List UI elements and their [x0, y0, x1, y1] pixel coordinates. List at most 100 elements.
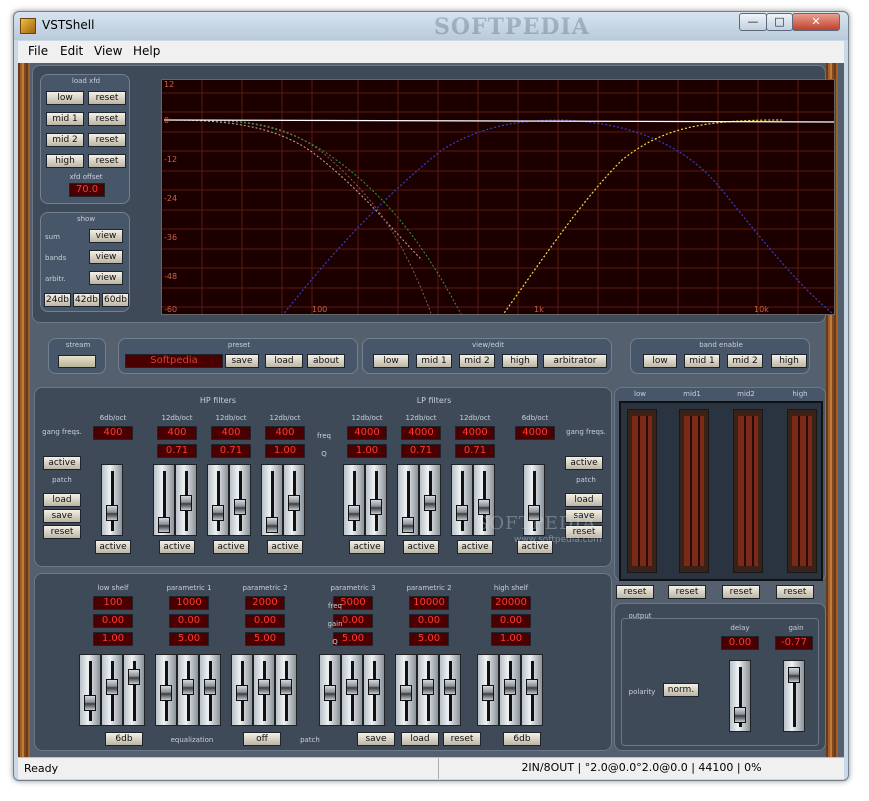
slider-knob[interactable]	[526, 679, 538, 695]
menu-view[interactable]: View	[94, 44, 122, 58]
filter-q-slider[interactable]	[419, 464, 441, 536]
slider-knob[interactable]	[182, 679, 194, 695]
eq-q-slider[interactable]	[199, 654, 221, 726]
xfd-mid2-reset-button[interactable]: reset	[88, 133, 126, 147]
slider-knob[interactable]	[84, 695, 96, 711]
slider-knob[interactable]	[212, 505, 224, 521]
eq-gain-slider[interactable]	[253, 654, 275, 726]
slider-knob[interactable]	[346, 679, 358, 695]
enable-high-button[interactable]: high	[771, 354, 807, 368]
eq-q-slider[interactable]	[439, 654, 461, 726]
eq-freq-slider[interactable]	[395, 654, 417, 726]
slider-knob[interactable]	[236, 685, 248, 701]
filter-active-button[interactable]: active	[213, 540, 249, 554]
range-24db-button[interactable]: 24db	[44, 293, 71, 307]
filter-active-button[interactable]: active	[95, 540, 131, 554]
eq-gain-slider[interactable]	[177, 654, 199, 726]
maximize-button[interactable]: □	[766, 13, 793, 31]
preset-about-button[interactable]: about	[307, 354, 345, 368]
slider-knob[interactable]	[422, 679, 434, 695]
freq-display[interactable]: 4000	[515, 426, 555, 440]
polarity-norm-button[interactable]: norm.	[663, 683, 699, 697]
show-bands-view-button[interactable]: view	[89, 250, 123, 264]
range-42db-button[interactable]: 42db	[73, 293, 100, 307]
meter-mid2-reset-button[interactable]: reset	[722, 585, 760, 599]
freq-display[interactable]: 4000	[401, 426, 441, 440]
filter-active-button[interactable]: active	[457, 540, 493, 554]
view-mid2-button[interactable]: mid 2	[459, 354, 495, 368]
eq-freq-display[interactable]: 2000	[245, 596, 285, 610]
eq-freq-display[interactable]: 20000	[491, 596, 531, 610]
meter-low-reset-button[interactable]: reset	[616, 585, 654, 599]
slider-knob[interactable]	[324, 685, 336, 701]
eq-q-display[interactable]: 1.00	[93, 632, 133, 646]
menu-file[interactable]: File	[28, 44, 48, 58]
q-display[interactable]: 1.00	[347, 444, 387, 458]
slider-knob[interactable]	[280, 679, 292, 695]
filter-active-button[interactable]: active	[267, 540, 303, 554]
xfd-high-reset-button[interactable]: reset	[88, 154, 126, 168]
eq-patch-save-button[interactable]: save	[357, 732, 395, 746]
eq-q-slider[interactable]	[521, 654, 543, 726]
q-display[interactable]: 0.71	[157, 444, 197, 458]
eq-q-slider[interactable]	[123, 654, 145, 726]
eq-q-slider[interactable]	[363, 654, 385, 726]
filter-freq-slider[interactable]	[101, 464, 123, 536]
eq-patch-load-button[interactable]: load	[401, 732, 439, 746]
filter-active-button[interactable]: active	[403, 540, 439, 554]
view-mid1-button[interactable]: mid 1	[416, 354, 452, 368]
slider-knob[interactable]	[348, 505, 360, 521]
q-display[interactable]: 0.71	[455, 444, 495, 458]
frequency-response-graph[interactable]: 12 0 -12 -24 -36 -48 -60 100 1k 10k	[161, 79, 835, 315]
enable-mid1-button[interactable]: mid 1	[684, 354, 720, 368]
slider-knob[interactable]	[734, 707, 746, 723]
filter-active-button[interactable]: active	[159, 540, 195, 554]
xfd-low-reset-button[interactable]: reset	[88, 91, 126, 105]
stream-toggle[interactable]	[58, 355, 96, 368]
eq-freq-slider[interactable]	[79, 654, 101, 726]
preset-save-button[interactable]: save	[225, 354, 259, 368]
slider-knob[interactable]	[204, 679, 216, 695]
freq-display[interactable]: 400	[157, 426, 197, 440]
menu-edit[interactable]: Edit	[60, 44, 83, 58]
freq-display[interactable]: 400	[265, 426, 305, 440]
menu-help[interactable]: Help	[133, 44, 160, 58]
hp-gang-active-button[interactable]: active	[43, 456, 81, 470]
eq-high-shelf-6db-button[interactable]: 6db	[503, 732, 541, 746]
eq-gain-slider[interactable]	[341, 654, 363, 726]
lp-gang-active-button[interactable]: active	[565, 456, 603, 470]
slider-knob[interactable]	[266, 517, 278, 533]
slider-knob[interactable]	[258, 679, 270, 695]
view-arbitrator-button[interactable]: arbitrator	[543, 354, 607, 368]
eq-q-display[interactable]: 5.00	[245, 632, 285, 646]
slider-knob[interactable]	[402, 517, 414, 533]
slider-knob[interactable]	[106, 679, 118, 695]
range-60db-button[interactable]: 60db	[102, 293, 129, 307]
eq-gain-display[interactable]: 0.00	[169, 614, 209, 628]
output-gain-slider[interactable]	[783, 660, 805, 732]
slider-knob[interactable]	[400, 685, 412, 701]
slider-knob[interactable]	[444, 679, 456, 695]
filter-q-slider[interactable]	[175, 464, 197, 536]
slider-knob[interactable]	[128, 669, 140, 685]
view-high-button[interactable]: high	[502, 354, 538, 368]
eq-gain-slider[interactable]	[499, 654, 521, 726]
filter-freq-slider[interactable]	[153, 464, 175, 536]
eq-freq-slider[interactable]	[231, 654, 253, 726]
eq-freq-display[interactable]: 100	[93, 596, 133, 610]
eq-off-button[interactable]: off	[243, 732, 281, 746]
eq-gain-display[interactable]: 0.00	[491, 614, 531, 628]
slider-knob[interactable]	[106, 505, 118, 521]
xfd-mid1-reset-button[interactable]: reset	[88, 112, 126, 126]
eq-freq-display[interactable]: 10000	[409, 596, 449, 610]
preset-load-button[interactable]: load	[265, 354, 303, 368]
eq-patch-reset-button[interactable]: reset	[443, 732, 481, 746]
filter-q-slider[interactable]	[229, 464, 251, 536]
filter-q-slider[interactable]	[283, 464, 305, 536]
slider-knob[interactable]	[368, 679, 380, 695]
eq-freq-slider[interactable]	[319, 654, 341, 726]
enable-low-button[interactable]: low	[643, 354, 677, 368]
slider-knob[interactable]	[528, 505, 540, 521]
output-delay-value[interactable]: 0.00	[721, 636, 759, 650]
hp-patch-reset-button[interactable]: reset	[43, 525, 81, 539]
